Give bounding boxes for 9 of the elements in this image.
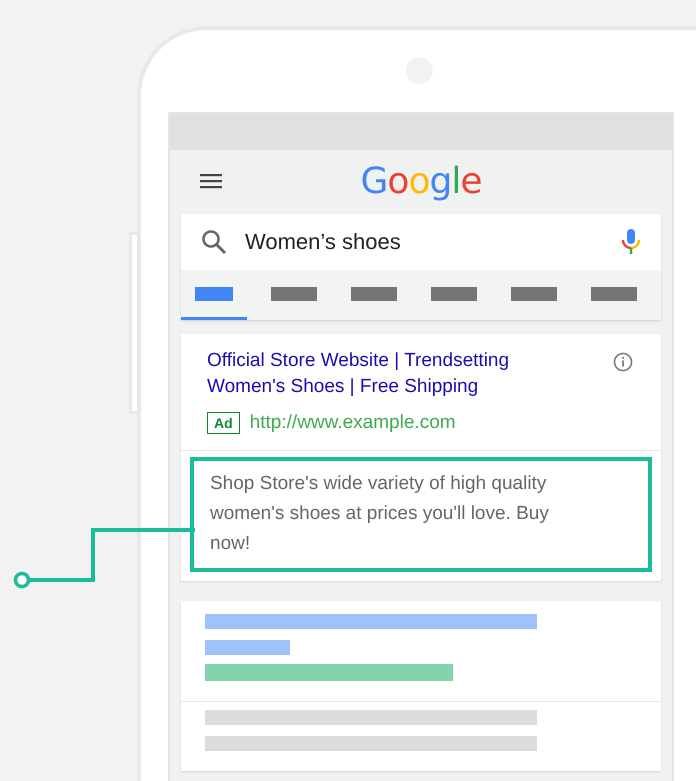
ad-url: http://www.example.com (250, 412, 456, 434)
ad-title-link[interactable]: Official Store Website | Trendsetting Women's Shoes | Free Shipping (207, 348, 572, 400)
microphone-icon[interactable] (621, 228, 641, 256)
ad-badge: Ad (207, 412, 240, 434)
menu-icon[interactable] (200, 172, 222, 190)
search-icon[interactable] (201, 229, 227, 255)
google-logo: Google (360, 164, 482, 200)
ad-description: Shop Store's wide variety of high quality women's shoes at prices you'll love. Buy now! (190, 457, 652, 572)
info-icon[interactable] (613, 352, 633, 372)
